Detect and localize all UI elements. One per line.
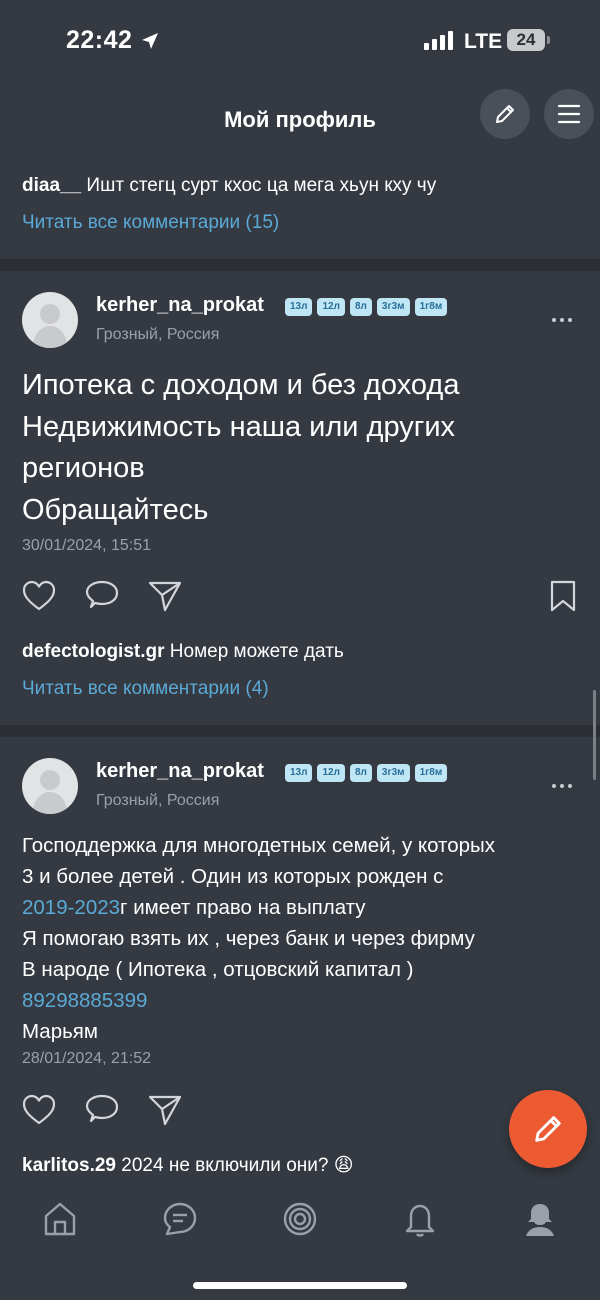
like-heart-icon[interactable]	[22, 580, 56, 612]
post-location: Грозный, Россия	[96, 326, 220, 343]
home-indicator[interactable]	[193, 1282, 407, 1289]
clock: 22:42	[66, 26, 133, 54]
edit-profile-button[interactable]	[480, 89, 530, 139]
badge: 12л	[317, 298, 345, 316]
badge: 12л	[317, 764, 345, 782]
messages-icon[interactable]	[162, 1200, 198, 1238]
comment-preview: defectologist.gr Номер можете дать	[22, 641, 344, 663]
comment-text: Номер можете дать	[164, 641, 344, 662]
signal-strength-icon	[424, 30, 453, 50]
hamburger-icon	[557, 104, 581, 124]
share-send-icon[interactable]	[148, 1094, 182, 1126]
post-text: Господдержка для многодетных семей, у ко…	[22, 830, 597, 1047]
more-options-icon[interactable]	[552, 318, 572, 322]
scrollbar[interactable]	[593, 690, 596, 780]
new-post-button[interactable]	[509, 1090, 587, 1168]
more-options-icon[interactable]	[552, 784, 572, 788]
badge: 1г8м	[414, 764, 448, 782]
comment-author[interactable]: diaa__	[22, 175, 81, 196]
avatar[interactable]	[22, 758, 78, 814]
user-silhouette-icon	[32, 304, 68, 348]
post-text-line: Марьям	[22, 1020, 98, 1043]
comment-preview: karlitos.29 2024 не включили они? 😩	[22, 1154, 354, 1177]
read-all-comments-link[interactable]: Читать все комментарии (15)	[22, 212, 279, 234]
comment-text: 2024 не включили они? 😩	[116, 1155, 354, 1176]
bookmark-icon[interactable]	[549, 580, 577, 612]
post-divider	[0, 725, 600, 737]
comment-preview: diaa__ Ишт стегц сурт кхос ца мега хьун …	[22, 175, 436, 197]
post-text-line: регионов	[22, 452, 145, 484]
comment-author[interactable]: defectologist.gr	[22, 641, 165, 662]
post-date: 28/01/2024, 21:52	[22, 1050, 152, 1067]
comment-bubble-icon[interactable]	[85, 580, 119, 612]
post-text-line: Недвижимость наша или других	[22, 410, 456, 443]
badge-group: 13л 12л 8л 3г3м 1г8м	[285, 764, 448, 782]
battery-icon: 24	[507, 29, 545, 51]
post-text-line: В народе ( Ипотека , отцовский капитал )	[22, 958, 414, 981]
notifications-bell-icon[interactable]	[402, 1200, 438, 1238]
badge: 3г3м	[376, 764, 410, 782]
post-text: Ипотека с доходом и без дохода Недвижимо…	[22, 365, 459, 531]
battery-tip	[547, 36, 550, 44]
post-username[interactable]: kerher_na_prokat	[96, 760, 264, 783]
post-actions	[0, 580, 600, 616]
post-text-line: 2019-2023г имеет право на выплату	[22, 892, 597, 923]
badge: 1г8м	[414, 298, 448, 316]
post-location: Грозный, Россия	[96, 792, 220, 809]
avatar[interactable]	[22, 292, 78, 348]
profile-icon[interactable]	[522, 1200, 558, 1238]
badge: 13л	[285, 298, 313, 316]
post-text-line: Я помогаю взять их , через банк и через …	[22, 927, 475, 950]
post-divider	[0, 259, 600, 271]
post-text-line: Ипотека с доходом и без дохода	[22, 369, 460, 401]
network-type: LTE	[464, 30, 503, 53]
year-range-link[interactable]: 2019-2023	[22, 896, 120, 919]
badge: 8л	[349, 764, 372, 782]
post-text-line: Обращайтесь	[22, 493, 209, 526]
status-bar: 22:42 LTE 24	[0, 0, 600, 80]
post-text-line: Господдержка для многодетных семей, у ко…	[22, 834, 496, 857]
header: Мой профиль	[0, 85, 600, 155]
target-icon[interactable]	[282, 1200, 318, 1238]
tab-bar	[0, 1190, 600, 1250]
pencil-icon	[535, 1116, 561, 1142]
like-heart-icon[interactable]	[22, 1094, 56, 1126]
post-date: 30/01/2024, 15:51	[22, 537, 152, 554]
badge: 13л	[285, 764, 313, 782]
user-silhouette-icon	[32, 770, 68, 814]
post-text-line: 3 и более детей . Один из которых рожден…	[22, 865, 444, 888]
badge-group: 13л 12л 8л 3г3м 1г8м	[285, 298, 448, 316]
badge: 8л	[349, 298, 372, 316]
phone-number-link[interactable]: 89298885399	[22, 985, 597, 1016]
post-username[interactable]: kerher_na_prokat	[96, 294, 264, 317]
location-arrow-icon	[142, 33, 158, 49]
post-text-fragment: г имеет право на выплату	[120, 896, 366, 919]
menu-button[interactable]	[544, 89, 594, 139]
share-send-icon[interactable]	[148, 580, 182, 612]
pencil-icon	[496, 105, 514, 123]
comment-author[interactable]: karlitos.29	[22, 1155, 116, 1176]
read-all-comments-link[interactable]: Читать все комментарии (4)	[22, 678, 269, 700]
home-icon[interactable]	[42, 1200, 78, 1238]
badge: 3г3м	[376, 298, 410, 316]
comment-bubble-icon[interactable]	[85, 1094, 119, 1126]
comment-text: Ишт стегц сурт кхос ца мега хьун кху чу	[81, 175, 437, 196]
